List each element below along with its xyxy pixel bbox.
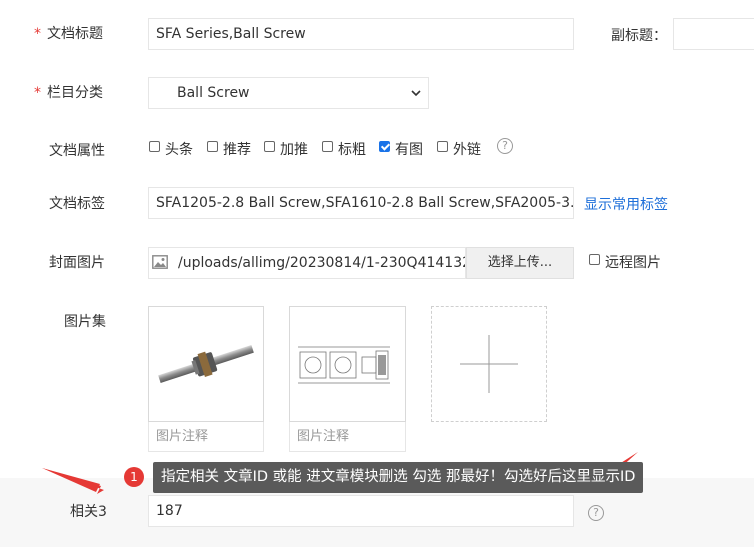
annotation-tooltip: 指定相关 文章ID 或能 进文章模块删选 勾选 那最好！勾选好后这里显示ID bbox=[153, 462, 644, 493]
subtitle-input[interactable] bbox=[673, 18, 754, 50]
checkbox-external-link[interactable] bbox=[437, 141, 448, 152]
related-label: 相关3 bbox=[70, 504, 107, 520]
remote-image-label: 远程图片 bbox=[605, 255, 661, 271]
upload-button[interactable]: 选择上传... bbox=[466, 247, 574, 279]
show-common-tags-link[interactable]: 显示常用标签 bbox=[584, 194, 668, 214]
checkbox-has-image[interactable] bbox=[379, 141, 390, 152]
checkbox-label: 外链 bbox=[453, 142, 481, 158]
title-input[interactable]: SFA Series,Ball Screw bbox=[148, 18, 574, 50]
checkbox-bold[interactable] bbox=[322, 141, 333, 152]
attributes-label: 文档属性 bbox=[49, 143, 105, 159]
subtitle-label: 副标题： bbox=[611, 28, 667, 44]
checkbox-label: 加推 bbox=[280, 142, 308, 158]
required-mark: * bbox=[34, 26, 41, 42]
checkbox-headline[interactable] bbox=[149, 141, 160, 152]
gallery-thumbnail-2[interactable] bbox=[289, 306, 406, 422]
cover-label: 封面图片 bbox=[49, 255, 105, 271]
checkbox-push[interactable] bbox=[264, 141, 275, 152]
checkbox-label: 头条 bbox=[165, 142, 193, 158]
cover-path-input[interactable]: /uploads/allimg/20230814/1-230Q414132 bbox=[148, 247, 466, 279]
checkbox-label: 标粗 bbox=[338, 142, 366, 158]
technical-drawing-image bbox=[298, 346, 390, 384]
category-selected-value: Ball Screw bbox=[177, 85, 250, 101]
tags-input[interactable]: SFA1205-2.8 Ball Screw,SFA1610-2.8 Ball … bbox=[148, 187, 574, 219]
image-icon bbox=[152, 255, 168, 269]
category-select[interactable]: Ball Screw bbox=[148, 77, 429, 109]
annotation-badge: 1 bbox=[124, 467, 144, 487]
required-mark: * bbox=[34, 85, 41, 101]
checkbox-remote-image[interactable] bbox=[589, 254, 600, 265]
help-icon[interactable]: ? bbox=[588, 505, 604, 521]
category-label-text: 栏目分类 bbox=[47, 85, 103, 101]
chevron-down-icon bbox=[411, 90, 421, 97]
ball-screw-image bbox=[158, 345, 254, 383]
plus-icon bbox=[460, 335, 518, 393]
title-label-text: 文档标题 bbox=[47, 26, 103, 42]
add-image-box[interactable] bbox=[431, 306, 547, 422]
help-icon[interactable]: ? bbox=[497, 138, 513, 154]
gallery-label: 图片集 bbox=[64, 314, 106, 330]
tags-label: 文档标签 bbox=[49, 196, 105, 212]
gallery-thumbnail-1[interactable] bbox=[148, 306, 264, 422]
title-label: * 文档标题 bbox=[34, 23, 103, 43]
checkbox-label: 有图 bbox=[395, 142, 423, 158]
checkbox-recommend[interactable] bbox=[207, 141, 218, 152]
checkbox-label: 推荐 bbox=[223, 142, 251, 158]
category-label: * 栏目分类 bbox=[34, 82, 103, 102]
